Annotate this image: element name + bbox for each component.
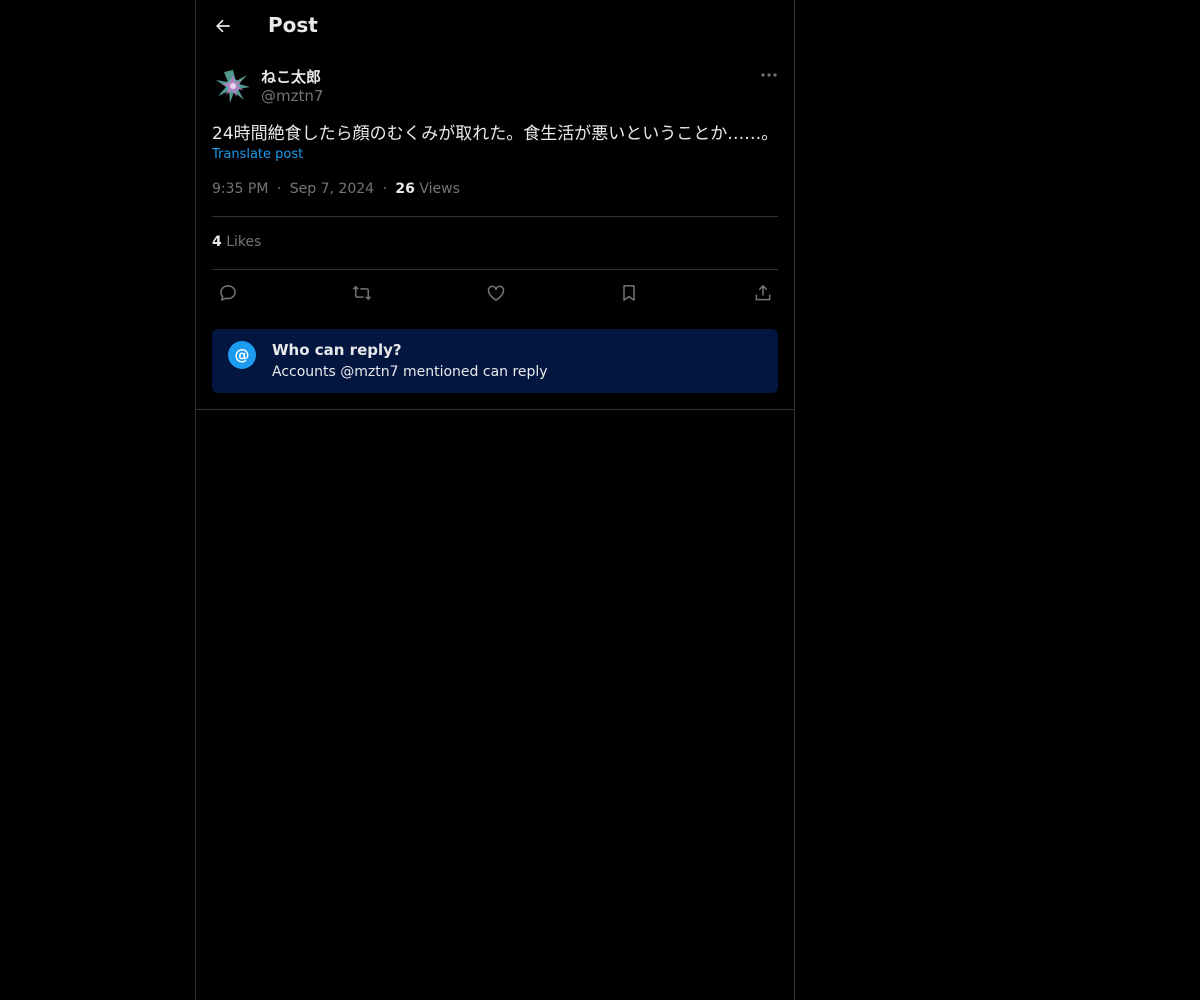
reply-button[interactable] [216, 281, 240, 305]
ellipsis-icon [761, 73, 777, 77]
more-options-button[interactable] [757, 64, 781, 86]
meta-separator: · [382, 181, 387, 197]
meta-separator: · [276, 181, 282, 197]
author-handle[interactable]: @mztn7 [261, 87, 323, 105]
post-time[interactable]: 9:35 PM [212, 181, 268, 197]
avatar[interactable] [213, 66, 253, 106]
heart-icon [487, 285, 505, 301]
repost-button[interactable] [350, 281, 374, 305]
reply-restriction-subtitle: Accounts @mztn7 mentioned can reply [272, 364, 548, 380]
back-button[interactable] [208, 11, 238, 41]
share-button[interactable] [751, 281, 775, 305]
reply-icon [220, 285, 236, 301]
at-sign-icon: @ [228, 341, 256, 369]
bookmark-icon [623, 285, 635, 301]
divider [212, 216, 778, 217]
main-column: Post ねこ太郎 @mztn7 24時間絶食したら顔のむくみが取れた。食生活が… [195, 0, 795, 1000]
repost-icon [352, 285, 372, 301]
likes-count: 4 [212, 234, 222, 250]
author-name[interactable]: ねこ太郎 [261, 66, 321, 87]
translate-post-link[interactable]: Translate post [212, 147, 303, 162]
share-icon [755, 284, 771, 301]
bookmark-button[interactable] [617, 281, 641, 305]
post-meta: 9:35 PM · Sep 7, 2024 · 26 Views [212, 181, 460, 197]
reply-restriction-title: Who can reply? [272, 341, 402, 359]
views-label: Views [419, 181, 460, 197]
reply-restriction-notice: @ Who can reply? Accounts @mztn7 mention… [212, 329, 778, 393]
avatar-image [213, 66, 253, 106]
page-title: Post [268, 13, 318, 37]
post-date[interactable]: Sep 7, 2024 [290, 181, 374, 197]
likes-label: Likes [226, 234, 262, 250]
likes-summary[interactable]: 4 Likes [212, 234, 261, 250]
divider [212, 269, 778, 270]
post-text: 24時間絶食したら顔のむくみが取れた。食生活が悪いということか……。 [212, 124, 779, 144]
views-count: 26 [395, 181, 415, 197]
divider [196, 409, 794, 410]
arrow-left-icon [216, 19, 230, 33]
like-button[interactable] [484, 281, 508, 305]
post-header: Post [196, 0, 794, 53]
